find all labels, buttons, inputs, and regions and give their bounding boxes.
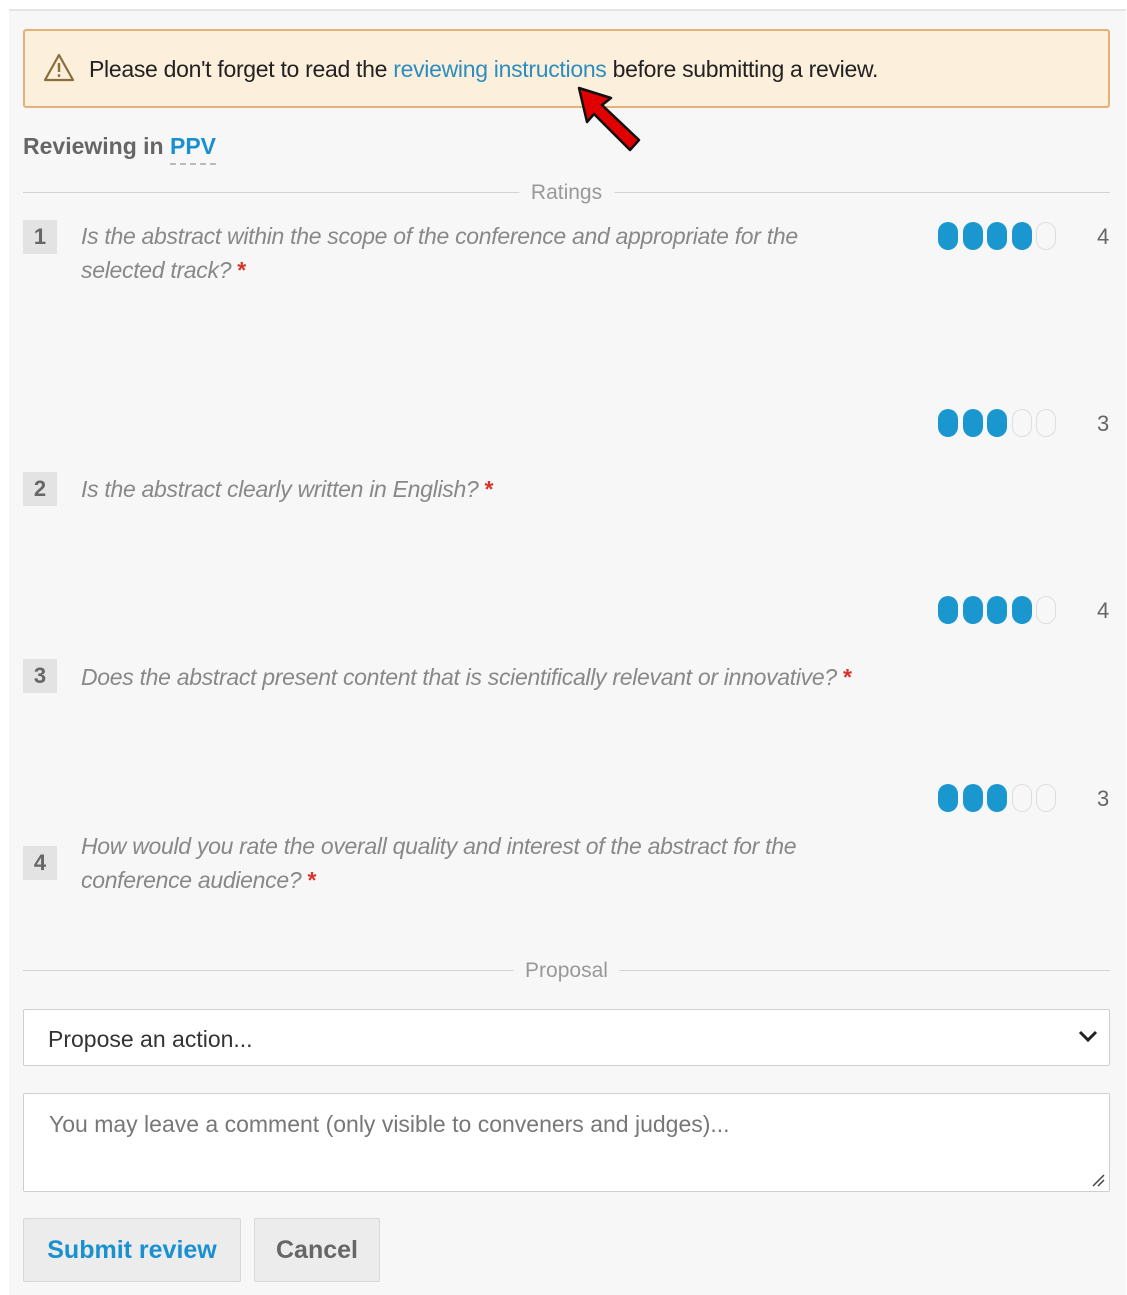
question-text: Is the abstract clearly written in Engli… — [81, 476, 494, 502]
rating-dot[interactable] — [962, 596, 983, 624]
resize-grip-icon[interactable] — [1091, 1173, 1105, 1187]
reviewing-track-heading: Reviewing in PPV — [23, 133, 217, 165]
rating-dot[interactable] — [1036, 222, 1056, 250]
rating-value: 4 — [1097, 598, 1110, 623]
rating-dot[interactable] — [962, 409, 983, 437]
rating-dot[interactable] — [962, 784, 983, 812]
submit-review-button[interactable]: Submit review — [23, 1218, 241, 1282]
rating-dot[interactable] — [1036, 409, 1056, 437]
cancel-button[interactable]: Cancel — [254, 1218, 380, 1282]
rating-value: 3 — [1097, 786, 1110, 811]
chevron-down-icon — [1078, 1030, 1098, 1043]
reviewing-instructions-link[interactable]: reviewing instructions — [393, 56, 607, 82]
select-value: Propose an action... — [48, 1026, 253, 1052]
warning-icon — [43, 53, 75, 82]
rating-dot[interactable] — [938, 409, 958, 437]
rating-dot[interactable] — [987, 784, 1007, 812]
alert-text-before: Please don't forget to read the — [89, 56, 394, 82]
rating-dot[interactable] — [938, 596, 958, 624]
rating-dot[interactable] — [1011, 596, 1032, 624]
reviewing-instructions-alert: Please don't forget to read the reviewin… — [23, 29, 1110, 108]
question-number: 4 — [23, 846, 57, 880]
question-text: Does the abstract present content that i… — [81, 664, 852, 690]
rating-dot[interactable] — [1036, 596, 1056, 624]
comment-textarea[interactable]: You may leave a comment (only visible to… — [23, 1093, 1110, 1192]
rating-dot[interactable] — [1011, 784, 1032, 812]
rating-dot[interactable] — [1036, 784, 1056, 812]
rating-dot[interactable] — [987, 409, 1007, 437]
alert-message: Please don't forget to read the reviewin… — [89, 56, 878, 83]
propose-action-select[interactable]: Propose an action... — [23, 1009, 1110, 1066]
track-link[interactable]: PPV — [169, 133, 217, 165]
required-marker: * — [237, 257, 246, 283]
required-marker: * — [842, 664, 852, 690]
proposal-section-label: Proposal — [513, 959, 620, 983]
rating-dot[interactable] — [938, 784, 958, 812]
rating-dot[interactable] — [938, 222, 958, 250]
proposal-divider: Proposal — [23, 959, 1110, 983]
required-marker: * — [307, 867, 317, 893]
rating-dot[interactable] — [962, 222, 983, 250]
rating-dot[interactable] — [1011, 409, 1032, 437]
comment-placeholder: You may leave a comment (only visible to… — [49, 1111, 730, 1137]
question-number: 2 — [23, 472, 57, 506]
question-text: How would you rate the overall quality a… — [81, 833, 797, 893]
pointer-arrow-icon — [577, 86, 641, 152]
rating-dot[interactable] — [987, 222, 1007, 250]
question-number: 1 — [23, 220, 57, 254]
rating-value: 3 — [1097, 411, 1110, 436]
question-number: 3 — [23, 659, 57, 693]
rating-value: 4 — [1097, 224, 1110, 249]
ratings-divider: Ratings — [23, 181, 1110, 205]
alert-text-after: before submitting a review. — [606, 56, 879, 82]
rating-dot[interactable] — [987, 596, 1007, 624]
question-text: Is the abstract within the scope of the … — [81, 223, 798, 283]
ratings-section-label: Ratings — [518, 181, 615, 205]
reviewing-prefix: Reviewing in — [23, 133, 170, 159]
required-marker: * — [484, 476, 494, 502]
rating-dot[interactable] — [1011, 222, 1032, 250]
